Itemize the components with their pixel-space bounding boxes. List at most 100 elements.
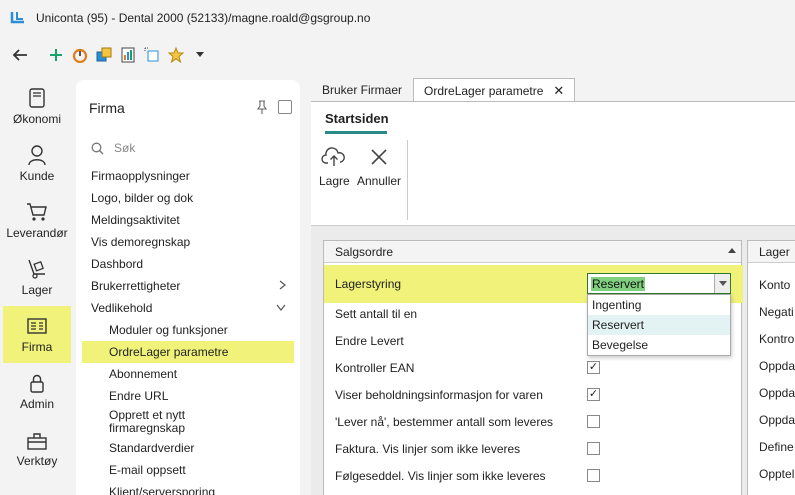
nav-label: Admin bbox=[19, 397, 54, 411]
favorites-star-icon[interactable] bbox=[166, 45, 186, 65]
checkbox[interactable] bbox=[587, 469, 600, 482]
cancel-label: Annuller bbox=[357, 174, 402, 188]
menu-item[interactable]: Dashbord bbox=[76, 253, 300, 275]
dropdown-arrow-icon[interactable] bbox=[714, 274, 730, 293]
field-row: Følgeseddel. Vis linjer som ikke leveres bbox=[324, 462, 743, 489]
ribbon-separator bbox=[407, 140, 408, 220]
submenu-item-label: Standardverdier bbox=[109, 441, 195, 455]
close-icon bbox=[371, 149, 387, 165]
submenu-item-label: Opprett et nytt firmaregnskap bbox=[109, 408, 186, 435]
submenu-item[interactable]: Endre URL bbox=[76, 385, 300, 407]
chevron-down-icon bbox=[276, 302, 286, 314]
group-header[interactable]: Lager bbox=[748, 241, 795, 263]
nav-item-lager[interactable]: Lager bbox=[3, 249, 71, 306]
ribbon-tab-underline bbox=[325, 131, 387, 134]
menu-item[interactable]: Logo, bilder og dok bbox=[76, 187, 300, 209]
menu-item[interactable]: Vis demoregnskap bbox=[76, 231, 300, 253]
tab-bruker-firmaer[interactable]: Bruker Firmaer bbox=[311, 78, 413, 102]
collapse-arrow-icon[interactable] bbox=[728, 248, 736, 253]
menu-item-label: Brukerrettigheter bbox=[91, 279, 181, 293]
uniconta-logo-icon bbox=[10, 10, 26, 26]
panel-search[interactable]: Søk bbox=[76, 135, 300, 161]
field-row: Negati bbox=[748, 298, 795, 325]
field-label: Konto bbox=[759, 277, 791, 292]
field-label: Kontroller EAN bbox=[335, 360, 415, 375]
person-icon bbox=[28, 145, 46, 166]
nav-item-verktoy[interactable]: Verktøy bbox=[3, 420, 71, 477]
nav-label: Leverandør bbox=[6, 226, 68, 240]
field-label: Define bbox=[759, 439, 794, 454]
firma-panel: Firma Søk Firmaopplysninger Logo, bilder… bbox=[76, 80, 300, 495]
add-icon[interactable] bbox=[46, 45, 66, 65]
tab-label: OrdreLager parametre bbox=[424, 83, 544, 98]
menu-item-brukerrettigheter[interactable]: Brukerrettigheter bbox=[76, 275, 300, 297]
submenu-item[interactable]: Klient/serversporing bbox=[76, 481, 300, 495]
checkbox[interactable] bbox=[587, 415, 600, 428]
field-row: Kontroller EAN ✓ bbox=[324, 354, 743, 381]
field-label: Viser beholdningsinformasjon for varen bbox=[335, 387, 543, 402]
submenu-item[interactable]: Abonnement bbox=[76, 363, 300, 385]
menu-item-label: Vedlikehold bbox=[91, 301, 153, 315]
save-button[interactable]: Lagre bbox=[319, 146, 350, 188]
menu-item-label: Logo, bilder og dok bbox=[91, 191, 194, 205]
field-label: Oppteli bbox=[759, 466, 795, 481]
submenu-item[interactable]: E-mail oppsett bbox=[76, 459, 300, 481]
field-row: Konto bbox=[748, 271, 795, 298]
cancel-button[interactable]: Annuller bbox=[357, 146, 401, 188]
submenu-item[interactable]: Moduler og funksjoner bbox=[76, 319, 300, 341]
form-area: Salgsordre Lagerstyring Reservert Sett a… bbox=[311, 226, 795, 495]
ribbon-tab-startsiden[interactable]: Startsiden bbox=[325, 111, 389, 126]
windows-icon[interactable] bbox=[94, 45, 114, 65]
nav-item-kunde[interactable]: Kunde bbox=[3, 135, 71, 192]
field-row: Kontrol bbox=[748, 325, 795, 352]
group-title: Lager bbox=[759, 244, 790, 259]
nav-item-leverandor[interactable]: Leverandør bbox=[3, 192, 71, 249]
field-label: Kontrol bbox=[759, 331, 795, 346]
checkbox-checked[interactable]: ✓ bbox=[587, 361, 600, 374]
nav-item-okonomi[interactable]: Økonomi bbox=[3, 78, 71, 135]
chevron-down-icon[interactable] bbox=[190, 45, 210, 65]
dashboard-gauge-icon[interactable] bbox=[70, 45, 90, 65]
menu-item[interactable]: Firmaopplysninger bbox=[76, 165, 300, 187]
report-icon[interactable] bbox=[118, 45, 138, 65]
menu-item-vedlikehold[interactable]: Vedlikehold bbox=[76, 297, 300, 319]
submenu-item-label: E-mail oppsett bbox=[109, 463, 186, 477]
field-label: Negati bbox=[759, 304, 794, 319]
dropdown-option[interactable]: Bevegelse bbox=[588, 335, 730, 355]
nav-label: Firma bbox=[21, 340, 53, 354]
field-row: Define bbox=[748, 433, 795, 460]
search-icon bbox=[91, 142, 104, 154]
submenu-item[interactable]: Opprett et nytt firmaregnskap bbox=[76, 407, 300, 437]
lager-group: Lager Konto Negati Kontrol Oppda Oppda O… bbox=[747, 240, 795, 495]
tab-ordrelager-parametre[interactable]: OrdreLager parametre ✕ bbox=[413, 78, 576, 102]
lagerstyring-combo[interactable]: Reservert bbox=[587, 273, 731, 294]
checkbox[interactable] bbox=[587, 442, 600, 455]
submenu-item-active[interactable]: OrdreLager parametre bbox=[82, 341, 294, 363]
field-label: 'Lever nå', bestemmer antall som leveres bbox=[335, 414, 554, 429]
group-title: Salgsordre bbox=[335, 244, 394, 259]
menu-item-label: Vis demoregnskap bbox=[91, 235, 191, 249]
checkbox-checked[interactable]: ✓ bbox=[587, 388, 600, 401]
submenu-item[interactable]: Standardverdier bbox=[76, 437, 300, 459]
group-header[interactable]: Salgsordre bbox=[324, 241, 741, 263]
option-label: Reservert bbox=[592, 318, 645, 332]
back-arrow-icon[interactable] bbox=[10, 45, 30, 65]
submenu-item-label: Abonnement bbox=[109, 367, 178, 381]
option-label: Bevegelse bbox=[592, 338, 649, 352]
close-icon[interactable]: ✕ bbox=[553, 83, 564, 99]
select-window-icon[interactable] bbox=[142, 45, 162, 65]
menu-item-label: Firmaopplysninger bbox=[91, 169, 190, 183]
field-row: Oppda bbox=[748, 379, 795, 406]
nav-item-admin[interactable]: Admin bbox=[3, 363, 71, 420]
field-label: Oppda bbox=[759, 385, 795, 400]
panel-header: Firma bbox=[76, 80, 300, 135]
nav-item-firma[interactable]: Firma bbox=[3, 306, 71, 363]
collapse-panel-icon[interactable] bbox=[278, 100, 292, 114]
main-nav: Økonomi Kunde Leverandør Lager Firma Adm… bbox=[0, 78, 74, 495]
pin-icon[interactable] bbox=[256, 100, 268, 117]
dropdown-option[interactable]: Ingenting bbox=[588, 295, 730, 315]
field-row: 'Lever nå', bestemmer antall som leveres bbox=[324, 408, 743, 435]
dropdown-option-selected[interactable]: Reservert bbox=[588, 315, 730, 335]
book-icon bbox=[29, 88, 45, 108]
menu-item[interactable]: Meldingsaktivitet bbox=[76, 209, 300, 231]
